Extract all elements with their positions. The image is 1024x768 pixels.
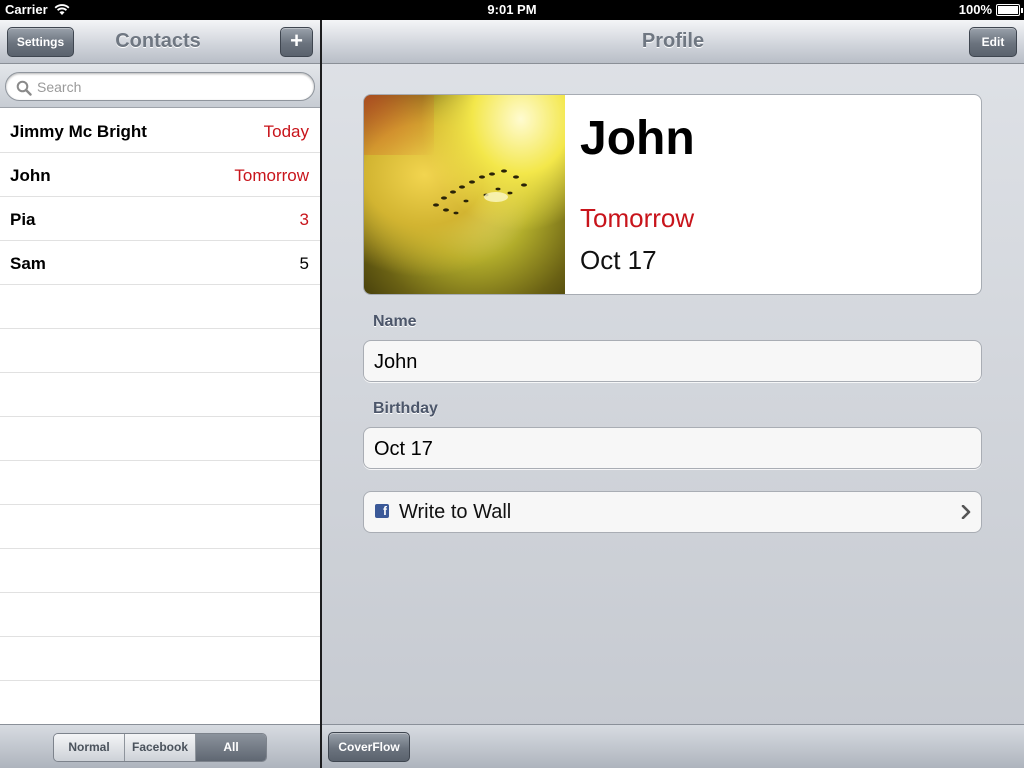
empty-row <box>0 637 320 681</box>
birthday-field[interactable] <box>363 427 982 469</box>
search-icon <box>16 80 32 96</box>
segment-normal[interactable]: Normal <box>54 734 125 761</box>
status-bar: Carrier 9:01 PM 100% <box>0 0 1024 20</box>
contact-row-jimmy[interactable]: Jimmy Mc Bright Today <box>0 109 320 153</box>
write-to-wall-button[interactable]: f Write to Wall <box>363 491 982 533</box>
segment-facebook[interactable]: Facebook <box>125 734 196 761</box>
profile-birthday: Oct 17 <box>580 245 657 275</box>
filter-segmented-control: Normal Facebook All <box>53 733 267 762</box>
segment-all[interactable]: All <box>196 734 266 761</box>
search-input[interactable] <box>37 77 297 97</box>
chevron-right-icon <box>961 505 971 519</box>
empty-row <box>0 549 320 593</box>
kiwi-seeds-graphic <box>433 169 527 215</box>
contact-row-pia[interactable]: Pia 3 <box>0 197 320 241</box>
contact-due: Today <box>263 122 309 141</box>
empty-row <box>0 329 320 373</box>
contact-name: Pia <box>10 210 36 229</box>
profile-name: John <box>580 112 695 165</box>
contacts-navbar: Settings Contacts + <box>0 20 320 64</box>
profile-relative-date: Tomorrow <box>580 203 695 233</box>
birthday-input[interactable] <box>374 437 964 461</box>
coverflow-button[interactable]: CoverFlow <box>328 732 410 762</box>
contact-row-john[interactable]: John Tomorrow <box>0 153 320 197</box>
profile-photo[interactable] <box>364 95 565 294</box>
empty-row <box>0 505 320 549</box>
empty-row <box>0 461 320 505</box>
contacts-title: Contacts <box>115 30 201 52</box>
profile-navbar: Profile Edit <box>322 20 1024 64</box>
birthday-label: Birthday <box>373 400 438 417</box>
facebook-icon: f <box>375 504 389 518</box>
name-field[interactable] <box>363 340 982 382</box>
profile-title: Profile <box>641 30 705 52</box>
empty-row <box>0 285 320 329</box>
contacts-pane: Settings Contacts + Jimmy Mc Bright Toda… <box>0 20 320 768</box>
contact-due: Tomorrow <box>234 166 309 185</box>
name-label: Name <box>373 313 417 330</box>
empty-row <box>0 373 320 417</box>
contacts-toolbar: Normal Facebook All <box>0 724 320 768</box>
empty-row <box>0 681 320 725</box>
contact-due: 5 <box>299 254 309 273</box>
contact-name: Jimmy Mc Bright <box>10 122 147 141</box>
contact-row-sam[interactable]: Sam 5 <box>0 241 320 285</box>
profile-pane: Profile Edit John Tomorrow Oct 17 Name J… <box>322 20 1024 768</box>
contact-list: Jimmy Mc Bright Today John Tomorrow Pia … <box>0 109 320 725</box>
search-bar <box>0 64 320 108</box>
contact-due: 3 <box>299 210 309 229</box>
profile-toolbar: CoverFlow <box>322 724 1024 768</box>
battery-percent: 100% <box>958 2 992 17</box>
search-field[interactable] <box>5 72 315 101</box>
empty-row <box>0 593 320 637</box>
name-input[interactable] <box>374 350 964 374</box>
contact-name: John <box>10 166 51 185</box>
add-contact-button[interactable]: + <box>280 27 313 57</box>
edit-button[interactable]: Edit <box>969 27 1017 57</box>
empty-row <box>0 417 320 461</box>
contact-name: Sam <box>10 254 46 273</box>
clock: 9:01 PM <box>487 2 537 17</box>
write-to-wall-label: Write to Wall <box>399 501 512 523</box>
battery-icon <box>996 4 1023 16</box>
profile-card: John Tomorrow Oct 17 <box>363 94 982 295</box>
